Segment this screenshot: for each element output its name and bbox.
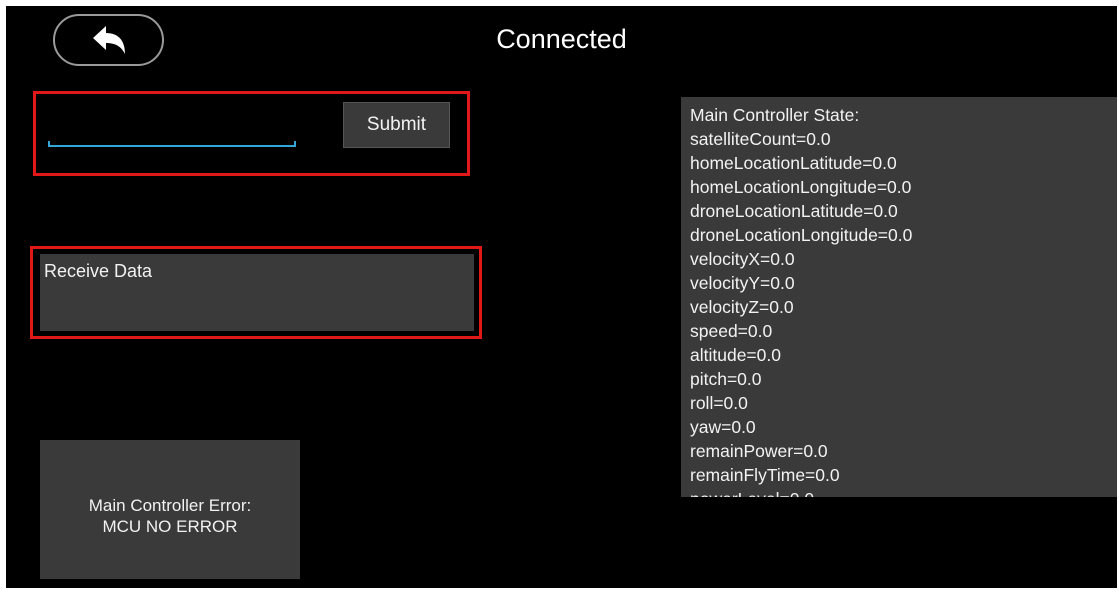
state-line: powerLevel=0.0 xyxy=(690,487,1108,497)
state-line: droneLocationLongitude=0.0 xyxy=(690,225,913,245)
data-input[interactable] xyxy=(48,104,300,146)
state-line: satelliteCount=0.0 xyxy=(690,129,831,149)
state-title: Main Controller State: xyxy=(690,105,860,125)
app-screen: Connected Submit Receive Data Main Contr… xyxy=(6,6,1117,588)
state-line: remainPower=0.0 xyxy=(690,441,828,461)
main-controller-state-panel[interactable]: Main Controller State: satelliteCount=0.… xyxy=(681,97,1117,497)
state-line: roll=0.0 xyxy=(690,393,748,413)
submit-button[interactable]: Submit xyxy=(343,102,450,148)
receive-data-field: Receive Data xyxy=(40,254,474,331)
state-line: pitch=0.0 xyxy=(690,369,762,389)
state-line: remainFlyTime=0.0 xyxy=(690,465,840,485)
state-line: homeLocationLatitude=0.0 xyxy=(690,153,897,173)
receive-data-label: Receive Data xyxy=(44,261,153,281)
page-title: Connected xyxy=(496,24,627,54)
state-line: velocityY=0.0 xyxy=(690,273,795,293)
state-line: speed=0.0 xyxy=(690,321,773,341)
error-value: MCU NO ERROR xyxy=(102,517,238,536)
state-line: velocityZ=0.0 xyxy=(690,297,794,317)
state-line: homeLocationLongitude=0.0 xyxy=(690,177,912,197)
error-title: Main Controller Error: xyxy=(88,496,252,515)
receive-data-section: Receive Data xyxy=(30,246,482,339)
state-line: altitude=0.0 xyxy=(690,345,781,365)
main-controller-error-panel: Main Controller Error: MCU NO ERROR xyxy=(40,440,300,579)
state-line: velocityX=0.0 xyxy=(690,249,795,269)
input-section: Submit xyxy=(33,91,470,176)
state-line: droneLocationLatitude=0.0 xyxy=(690,201,898,221)
state-line: yaw=0.0 xyxy=(690,417,756,437)
input-underline xyxy=(48,141,296,147)
